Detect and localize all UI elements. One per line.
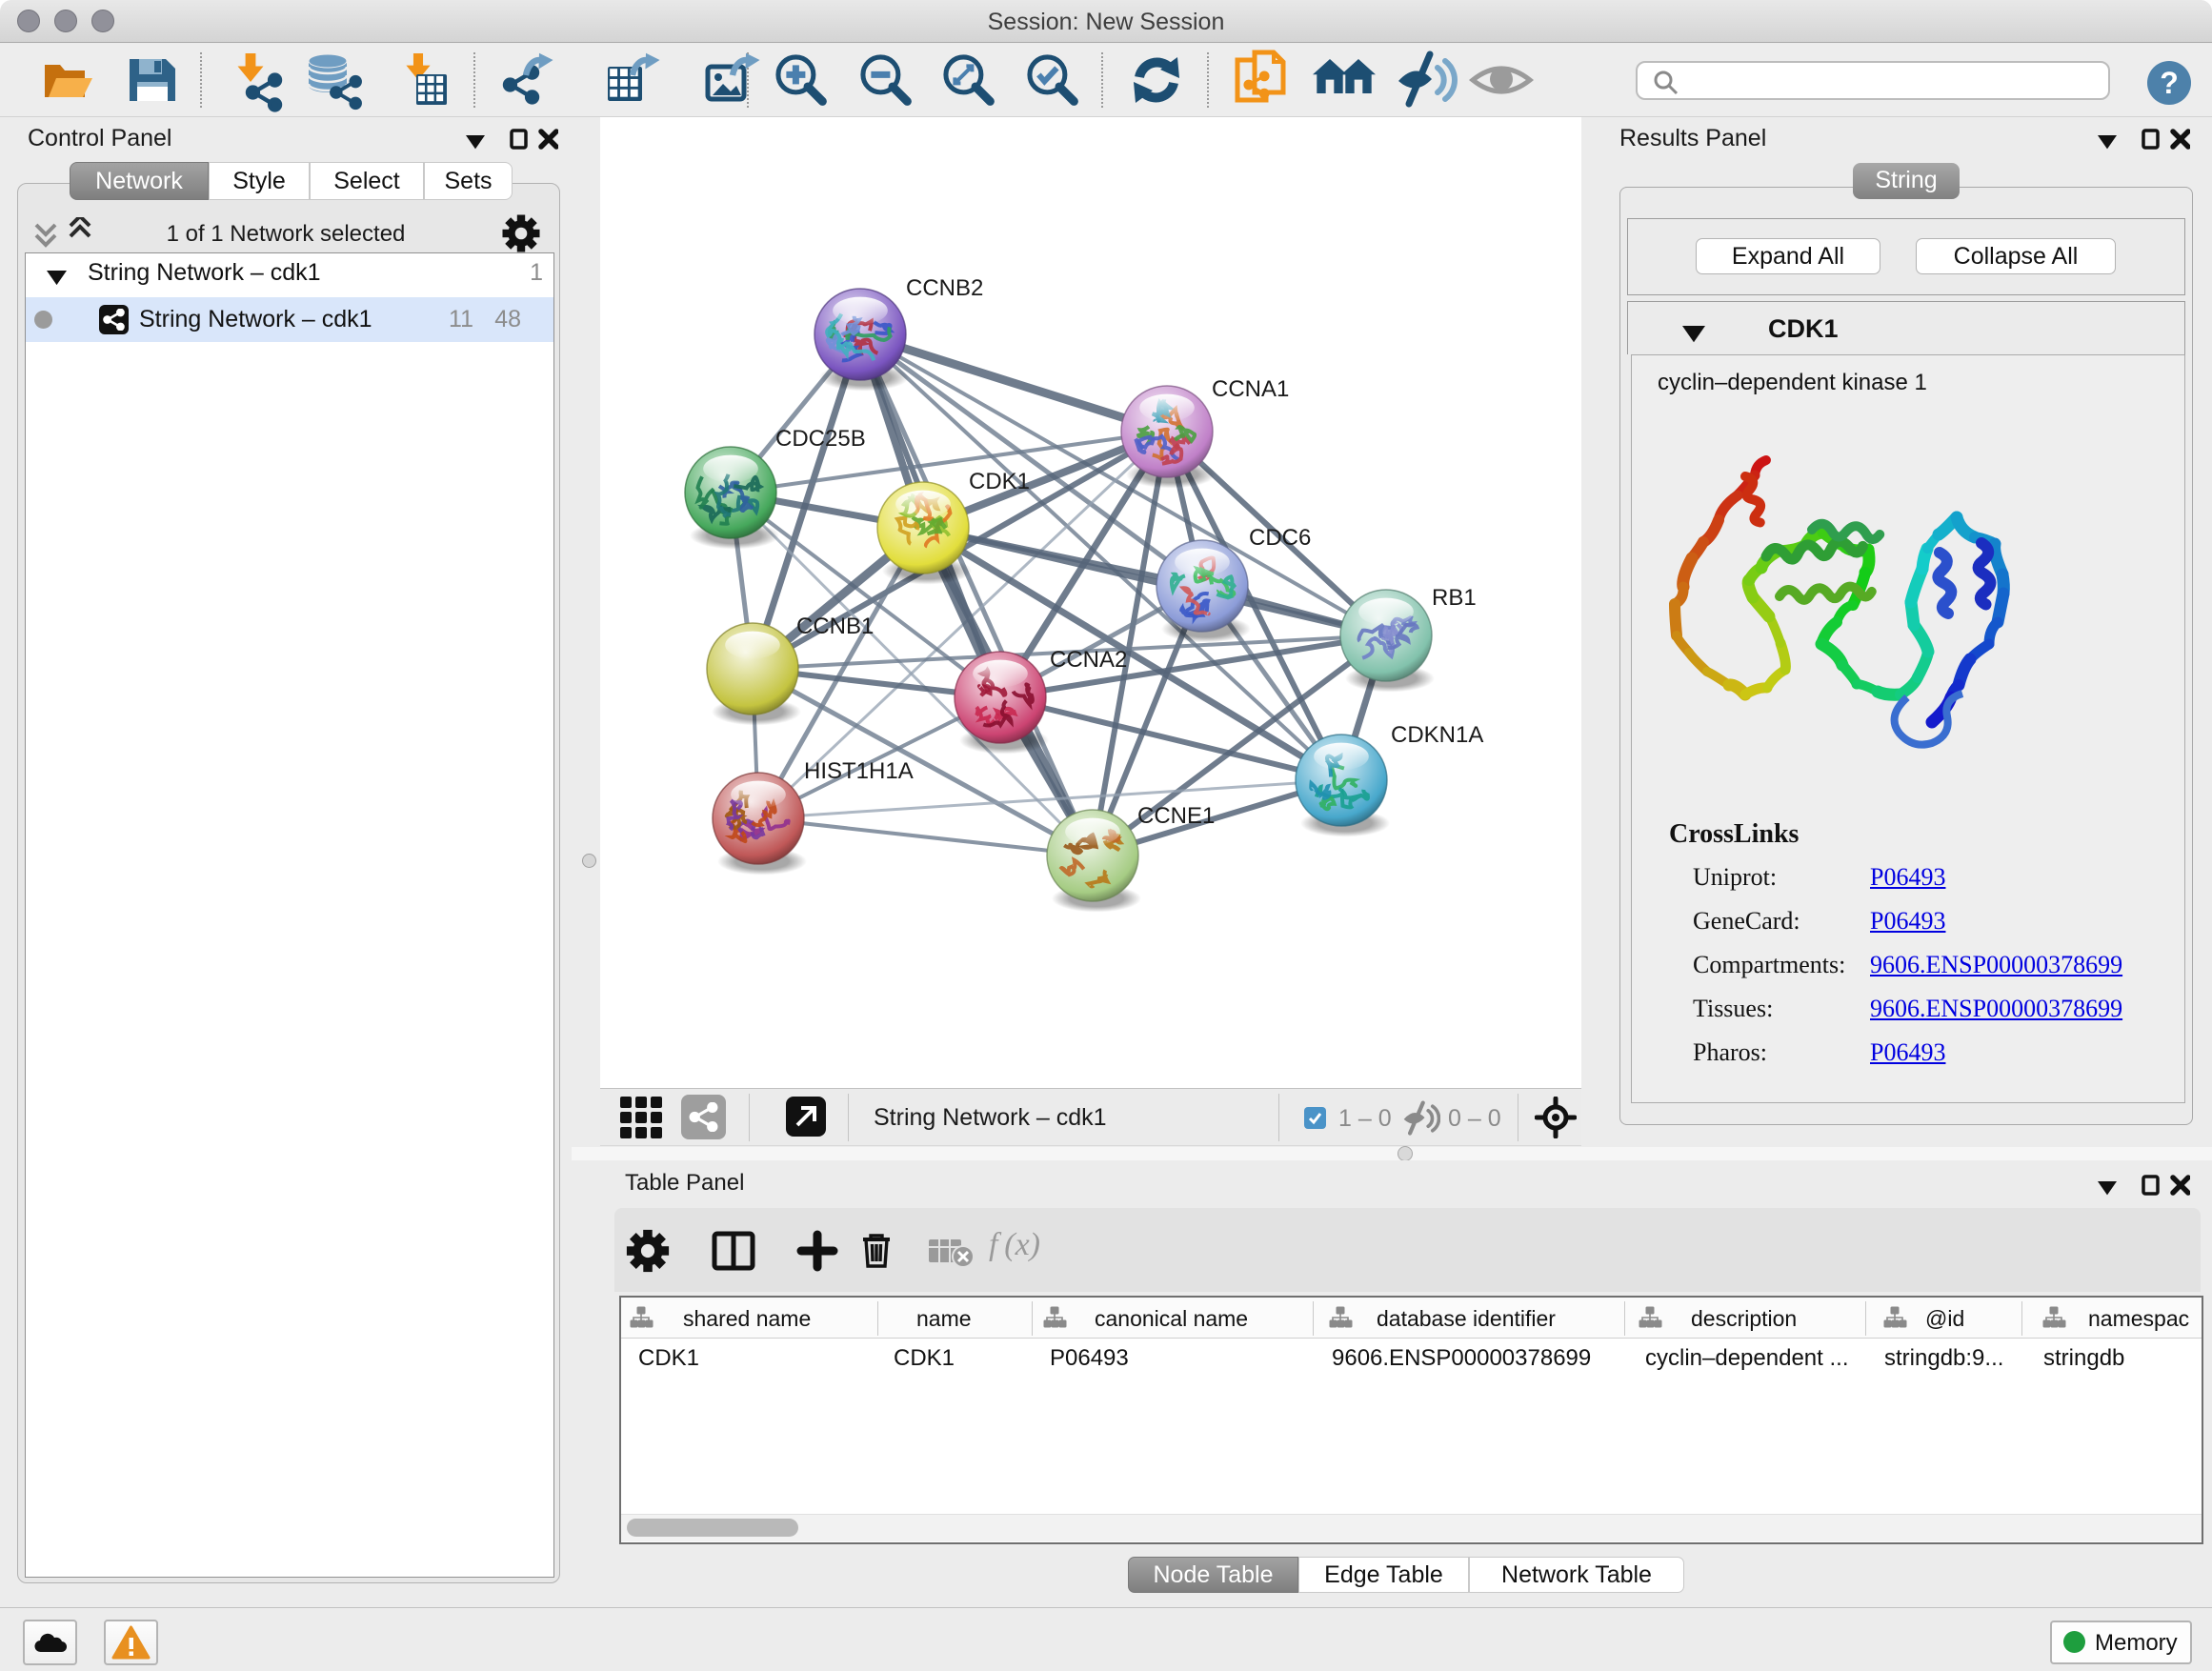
svg-text:CCNB2: CCNB2 [906,275,983,301]
svg-text:CCNA2: CCNA2 [1050,647,1127,673]
svg-text:HIST1H1A: HIST1H1A [804,758,914,784]
svg-text:CCNB1: CCNB1 [796,614,874,639]
svg-text:CDC6: CDC6 [1249,525,1311,551]
svg-text:RB1: RB1 [1432,585,1477,611]
svg-text:CDKN1A: CDKN1A [1391,722,1483,748]
svg-text:CDC25B: CDC25B [775,426,866,452]
svg-text:CCNA1: CCNA1 [1212,376,1289,402]
svg-text:CCNE1: CCNE1 [1137,803,1215,829]
svg-text:CDK1: CDK1 [969,469,1030,494]
